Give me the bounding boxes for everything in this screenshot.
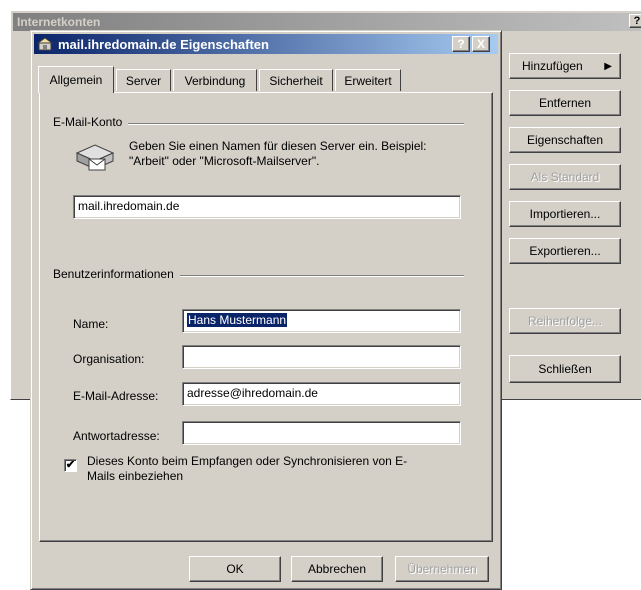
add-button[interactable]: Hinzufügen ▶: [509, 53, 621, 79]
export-button[interactable]: Exportieren...: [509, 238, 621, 264]
reply-address-label: Antwortadresse:: [73, 429, 160, 443]
internet-accounts-titlebar[interactable]: Internetkonten: [13, 13, 641, 31]
reply-address-input[interactable]: [182, 421, 461, 445]
import-button[interactable]: Importieren...: [509, 201, 621, 227]
tab-sicherheit[interactable]: Sicherheit: [259, 69, 333, 91]
properties-button[interactable]: Eigenschaften: [509, 127, 621, 153]
dialog-help-button[interactable]: ?: [452, 36, 470, 52]
tab-erweitert[interactable]: Erweitert: [335, 69, 401, 91]
mail-account-icon: [36, 36, 54, 52]
add-button-label: Hinzufügen: [522, 59, 583, 73]
help-button[interactable]: ?: [629, 14, 641, 28]
ok-button[interactable]: OK: [189, 556, 281, 582]
email-address-label: E-Mail-Adresse:: [73, 389, 159, 403]
tab-allgemein[interactable]: Allgemein: [38, 66, 114, 93]
name-input-value: Hans Mustermann: [187, 313, 288, 327]
email-account-heading: E-Mail-Konto: [53, 115, 129, 129]
internet-accounts-title: Internetkonten: [17, 15, 101, 29]
name-label: Name:: [73, 317, 109, 331]
account-name-input[interactable]: mail.ihredomain.de: [73, 195, 461, 219]
email-address-input[interactable]: adresse@ihredomain.de: [182, 382, 461, 406]
set-default-button[interactable]: Als Standard: [509, 164, 621, 190]
order-button[interactable]: Reihenfolge...: [509, 308, 621, 334]
organization-label: Organisation:: [73, 352, 145, 366]
server-name-description: Geben Sie einen Namen für diesen Server …: [129, 139, 427, 168]
arrow-right-icon: ▶: [604, 60, 612, 72]
include-account-label[interactable]: Dieses Konto beim Empfangen oder Synchro…: [87, 454, 427, 484]
server-icon: [73, 139, 117, 175]
name-input[interactable]: Hans Mustermann: [182, 309, 461, 333]
user-info-heading: Benutzerinformationen: [53, 267, 180, 281]
tab-server[interactable]: Server: [116, 69, 171, 91]
apply-button[interactable]: Übernehmen: [395, 556, 489, 582]
close-window-button[interactable]: Schließen: [509, 355, 621, 383]
organization-input[interactable]: [182, 345, 461, 369]
dialog-close-button[interactable]: X: [472, 36, 490, 52]
cancel-button[interactable]: Abbrechen: [291, 556, 383, 582]
dialog-titlebar[interactable]: mail.ihredomain.de Eigenschaften ? X: [34, 34, 498, 54]
account-properties-dialog: mail.ihredomain.de Eigenschaften ? X All…: [30, 30, 502, 590]
remove-button[interactable]: Entfernen: [509, 90, 621, 116]
include-account-checkbox[interactable]: ✔: [64, 459, 77, 472]
tab-verbindung[interactable]: Verbindung: [173, 69, 257, 91]
dialog-title: mail.ihredomain.de Eigenschaften: [58, 36, 269, 52]
